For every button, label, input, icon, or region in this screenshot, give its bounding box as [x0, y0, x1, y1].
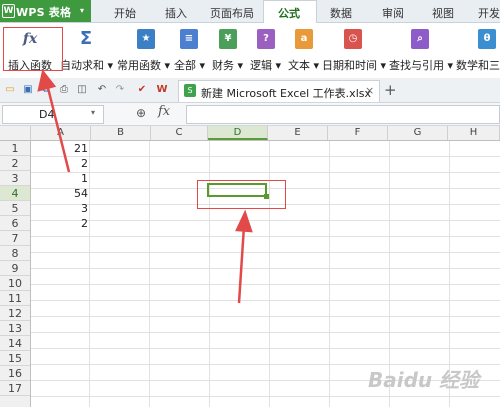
annotation-arrows [37, 69, 253, 304]
watermark: Baidu 经验 [368, 368, 480, 392]
arrow-to-cell [235, 209, 253, 304]
arrow-to-insert-function [37, 69, 71, 173]
